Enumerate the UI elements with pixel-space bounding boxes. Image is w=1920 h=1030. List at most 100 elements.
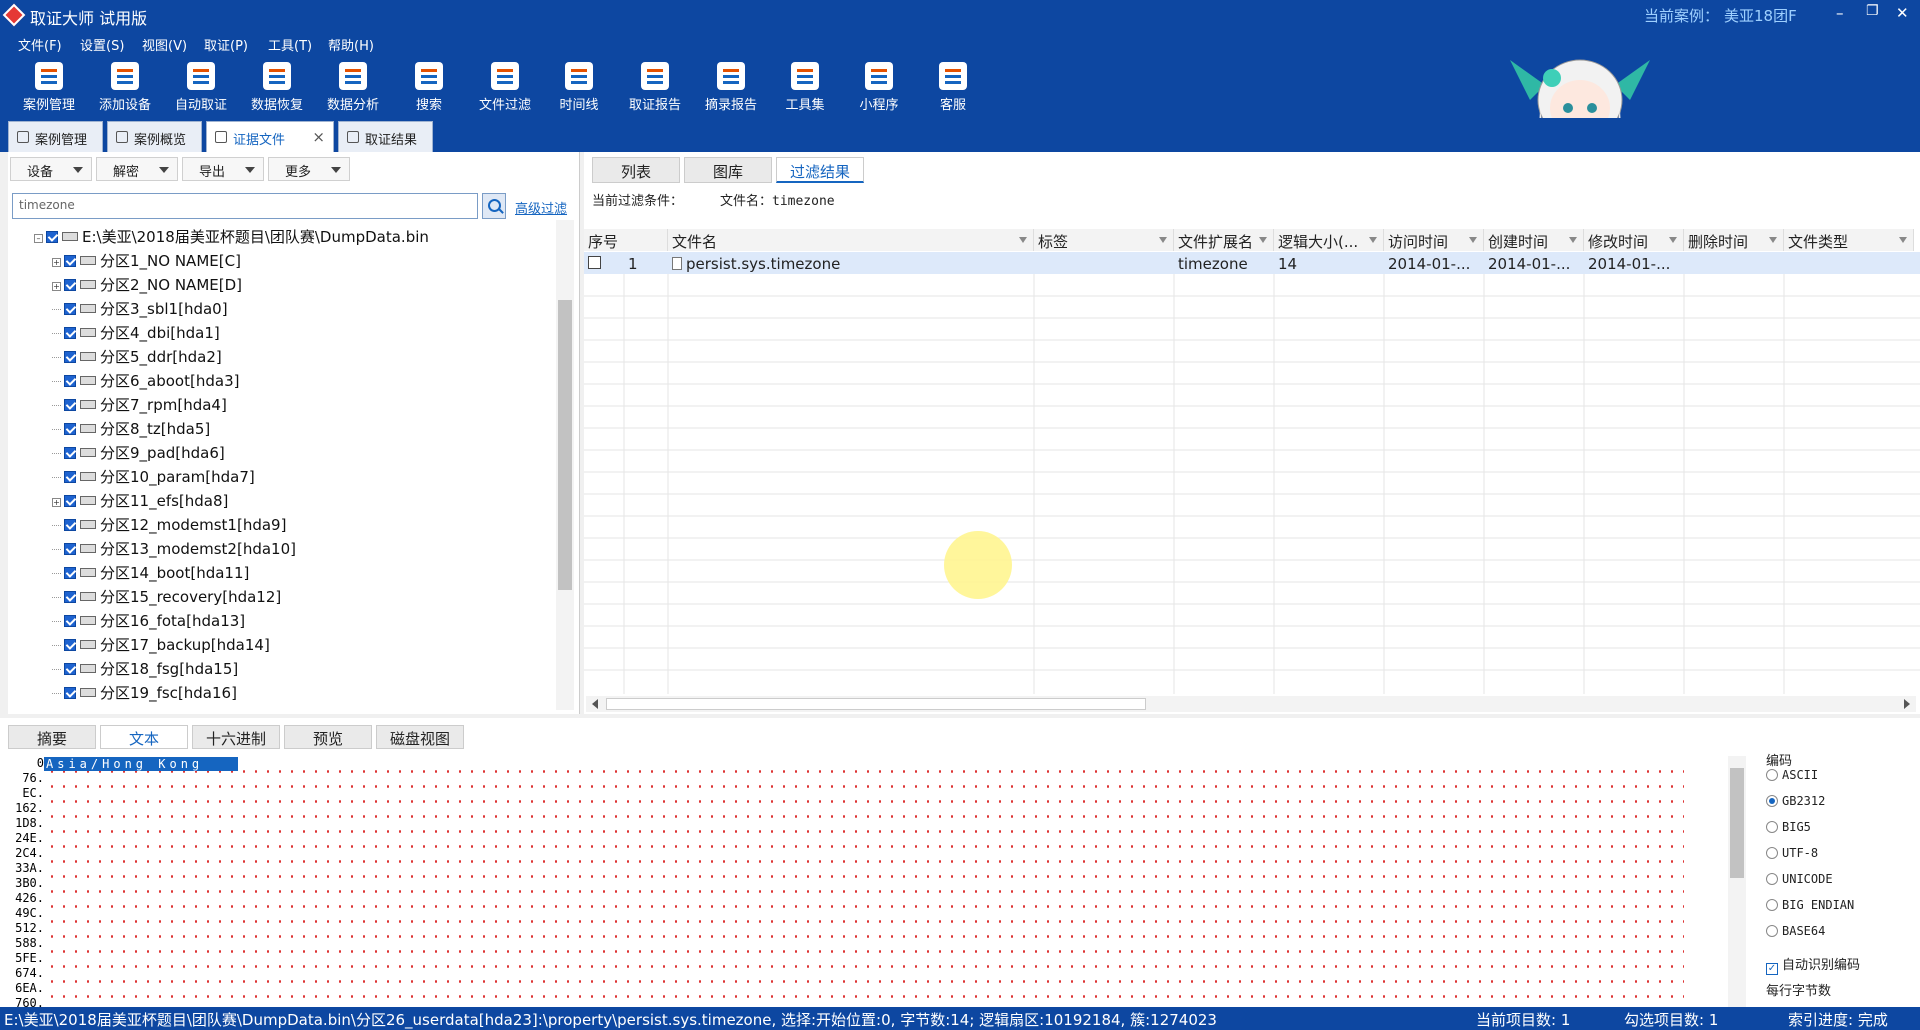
checkbox-icon[interactable] bbox=[64, 447, 76, 459]
tree-node-partition[interactable]: 分区19_fsc[hda16] bbox=[52, 682, 237, 702]
filter-icon[interactable] bbox=[1469, 237, 1477, 243]
column-header-delete-time[interactable]: 删除时间 bbox=[1684, 229, 1784, 251]
tab-case-overview[interactable]: 案例概览 bbox=[107, 121, 202, 152]
scroll-left-icon[interactable] bbox=[592, 699, 598, 709]
filter-icon[interactable] bbox=[1669, 237, 1677, 243]
tree-node-partition[interactable]: 分区8_tz[hda5] bbox=[52, 418, 210, 438]
table-row[interactable]: 1 persist.sys.timezone timezone 14 2014-… bbox=[584, 252, 1920, 274]
checkbox-icon[interactable] bbox=[64, 279, 76, 291]
tree-search-input[interactable]: timezone bbox=[12, 193, 478, 219]
menu-file[interactable]: 文件(F) bbox=[18, 35, 62, 54]
checkbox-icon[interactable] bbox=[64, 687, 76, 699]
collapse-icon[interactable]: – bbox=[34, 234, 43, 243]
file-filter-button[interactable]: 文件过滤 bbox=[470, 60, 540, 116]
encoding-option-unicode[interactable]: UNICODE bbox=[1766, 872, 1833, 886]
table-horizontal-scrollbar[interactable] bbox=[586, 696, 1916, 712]
column-header-index[interactable]: 序号 bbox=[584, 229, 668, 251]
column-header-size[interactable]: 逻辑大小(... bbox=[1274, 229, 1384, 251]
customer-service-button[interactable]: 客服 bbox=[918, 60, 988, 116]
add-device-button[interactable]: 添加设备 bbox=[90, 60, 160, 116]
tree-node-partition[interactable]: 分区7_rpm[hda4] bbox=[52, 394, 227, 414]
filter-icon[interactable] bbox=[1899, 237, 1907, 243]
text-content-area[interactable] bbox=[44, 758, 1684, 1006]
column-header-extension[interactable]: 文件扩展名 bbox=[1174, 229, 1274, 251]
checkbox-checked-icon[interactable]: ✓ bbox=[1766, 963, 1778, 975]
auto-forensics-button[interactable]: 自动取证 bbox=[166, 60, 236, 116]
tree-node-partition[interactable]: + 分区2_NO NAME[D] bbox=[52, 274, 242, 294]
column-header-create-time[interactable]: 创建时间 bbox=[1484, 229, 1584, 251]
data-recovery-button[interactable]: 数据恢复 bbox=[242, 60, 312, 116]
filter-icon[interactable] bbox=[1019, 237, 1027, 243]
tree-node-partition[interactable]: 分区18_fsg[hda15] bbox=[52, 658, 238, 678]
column-header-access-time[interactable]: 访问时间 bbox=[1384, 229, 1484, 251]
checkbox-icon[interactable] bbox=[64, 303, 76, 315]
decrypt-dropdown[interactable]: 解密 bbox=[96, 157, 178, 181]
tab-evidence-files[interactable]: 证据文件 × bbox=[206, 121, 334, 152]
radio-icon[interactable] bbox=[1766, 873, 1778, 885]
tab-hex[interactable]: 十六进制 bbox=[192, 725, 280, 749]
more-dropdown[interactable]: 更多 bbox=[268, 157, 350, 181]
data-analysis-button[interactable]: 数据分析 bbox=[318, 60, 388, 116]
column-header-modify-time[interactable]: 修改时间 bbox=[1584, 229, 1684, 251]
radio-selected-icon[interactable] bbox=[1766, 795, 1778, 807]
encoding-option-big5[interactable]: BIG5 bbox=[1766, 820, 1811, 834]
tab-forensic-results[interactable]: 取证结果 bbox=[338, 121, 433, 152]
menu-forensics[interactable]: 取证(P) bbox=[204, 35, 248, 54]
radio-icon[interactable] bbox=[1766, 821, 1778, 833]
tree-search-button[interactable] bbox=[482, 193, 506, 219]
tree-node-partition[interactable]: 分区4_dbi[hda1] bbox=[52, 322, 220, 342]
case-management-button[interactable]: 案例管理 bbox=[14, 60, 84, 116]
encoding-option-base64[interactable]: BASE64 bbox=[1766, 924, 1825, 938]
search-button[interactable]: 搜索 bbox=[394, 60, 464, 116]
menu-tools[interactable]: 工具(T) bbox=[268, 35, 312, 54]
close-tab-icon[interactable]: × bbox=[312, 128, 325, 146]
encoding-option-ascii[interactable]: ASCII bbox=[1766, 768, 1818, 782]
auto-detect-encoding-checkbox[interactable]: ✓ 自动识别编码 bbox=[1766, 954, 1860, 975]
tree-node-partition[interactable]: 分区13_modemst2[hda10] bbox=[52, 538, 296, 558]
selected-text[interactable]: Asia/Hong Kong bbox=[44, 757, 238, 771]
advanced-filter-link[interactable]: 高级过滤 bbox=[515, 198, 567, 217]
encoding-option-big-endian[interactable]: BIG ENDIAN bbox=[1766, 898, 1854, 912]
radio-icon[interactable] bbox=[1766, 769, 1778, 781]
expand-icon[interactable]: + bbox=[52, 258, 61, 267]
toolset-button[interactable]: 工具集 bbox=[770, 60, 840, 116]
export-dropdown[interactable]: 导出 bbox=[182, 157, 264, 181]
filter-icon[interactable] bbox=[1259, 237, 1267, 243]
checkbox-icon[interactable] bbox=[64, 471, 76, 483]
expand-icon[interactable]: + bbox=[52, 498, 61, 507]
tree-node-partition[interactable]: 分区12_modemst1[hda9] bbox=[52, 514, 286, 534]
mini-program-button[interactable]: 小程序 bbox=[844, 60, 914, 116]
tab-case-management[interactable]: 案例管理 bbox=[8, 121, 103, 152]
expand-icon[interactable]: + bbox=[52, 282, 61, 291]
column-header-filename[interactable]: 文件名 bbox=[668, 229, 1034, 251]
text-scrollbar-thumb[interactable] bbox=[1730, 768, 1744, 878]
scrollbar-thumb[interactable] bbox=[606, 698, 1146, 710]
close-button[interactable]: ✕ bbox=[1896, 4, 1909, 22]
row-checkbox[interactable] bbox=[584, 252, 624, 274]
checkbox-icon[interactable] bbox=[64, 399, 76, 411]
tree-node-partition[interactable]: 分区5_ddr[hda2] bbox=[52, 346, 222, 366]
menu-settings[interactable]: 设置(S) bbox=[80, 35, 124, 54]
checkbox-icon[interactable] bbox=[64, 543, 76, 555]
column-header-file-type[interactable]: 文件类型 bbox=[1784, 229, 1914, 251]
tab-text[interactable]: 文本 bbox=[100, 725, 188, 749]
checkbox-icon[interactable] bbox=[588, 256, 601, 269]
checkbox-icon[interactable] bbox=[64, 591, 76, 603]
checkbox-icon[interactable] bbox=[64, 519, 76, 531]
checkbox-icon[interactable] bbox=[64, 375, 76, 387]
tree-node-partition[interactable]: 分区14_boot[hda11] bbox=[52, 562, 249, 582]
tree-node-partition[interactable]: + 分区11_efs[hda8] bbox=[52, 490, 228, 510]
forensic-report-button[interactable]: 取证报告 bbox=[620, 60, 690, 116]
filter-icon[interactable] bbox=[1159, 237, 1167, 243]
tree-node-partition[interactable]: 分区6_aboot[hda3] bbox=[52, 370, 239, 390]
tab-preview[interactable]: 预览 bbox=[284, 725, 372, 749]
tab-filter-results[interactable]: 过滤结果 bbox=[776, 157, 864, 183]
checkbox-icon[interactable] bbox=[64, 615, 76, 627]
tree-node-partition[interactable]: 分区15_recovery[hda12] bbox=[52, 586, 281, 606]
menu-help[interactable]: 帮助(H) bbox=[328, 35, 374, 54]
radio-icon[interactable] bbox=[1766, 899, 1778, 911]
checkbox-icon[interactable] bbox=[64, 495, 76, 507]
timeline-button[interactable]: 时间线 bbox=[544, 60, 614, 116]
tree-node-partition[interactable]: 分区16_fota[hda13] bbox=[52, 610, 245, 630]
scroll-right-icon[interactable] bbox=[1904, 699, 1910, 709]
